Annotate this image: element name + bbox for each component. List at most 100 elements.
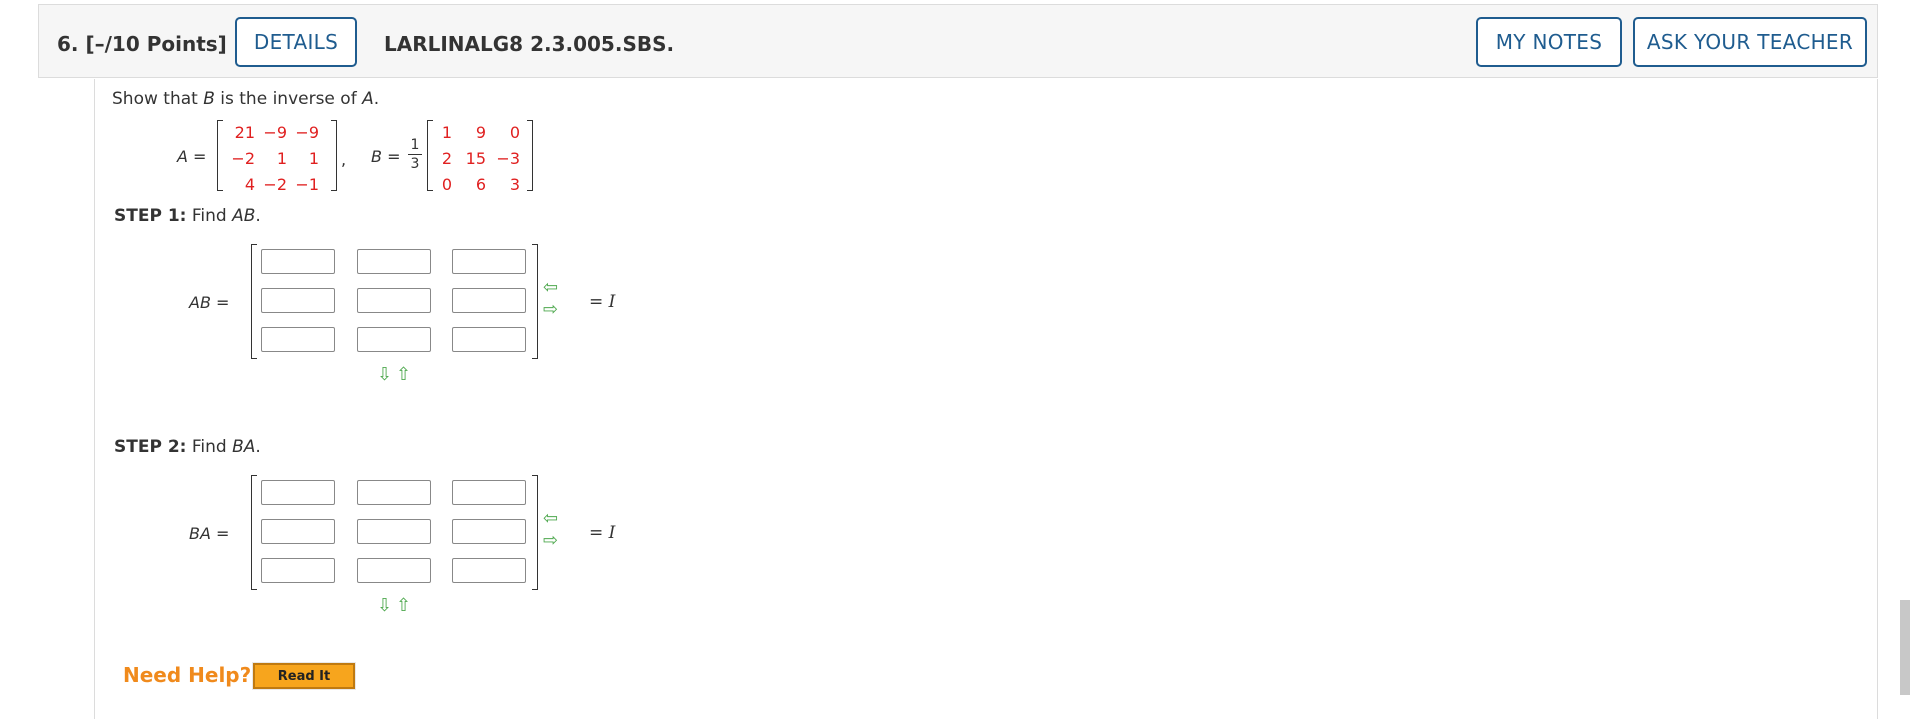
ba-label-text: BA = (189, 524, 230, 543)
ab-entry-input[interactable] (357, 249, 431, 274)
arrow-down-icon[interactable]: ⇩ (377, 366, 392, 384)
matrix-b-entry: −3 (496, 149, 520, 168)
my-notes-button[interactable]: MY NOTES (1476, 17, 1622, 67)
ba-entry-input[interactable] (261, 480, 335, 505)
step-2-label: STEP 2: (114, 437, 187, 457)
ba-right-bracket (532, 475, 538, 590)
matrix-a-right-bracket (331, 120, 337, 191)
matrix-b-entry: 2 (441, 149, 452, 168)
matrix-a-entry: 1 (308, 149, 319, 168)
ab-entry-input[interactable] (452, 288, 526, 313)
ba-entry-input[interactable] (357, 480, 431, 505)
read-it-button[interactable]: Read It (252, 662, 356, 690)
ab-entry-input[interactable] (452, 327, 526, 352)
fraction-one-third: 1 3 (408, 137, 422, 172)
matrix-b-equals: = (387, 147, 401, 166)
matrix-b-entry: 3 (509, 175, 520, 194)
ab-equals-sign: = (589, 292, 609, 312)
step-1-text: Find (191, 206, 233, 226)
ab-equals-identity: = I (589, 292, 615, 312)
ba-entry-input[interactable] (357, 519, 431, 544)
prompt-var-a: A (362, 89, 374, 109)
matrix-b-right-bracket (527, 120, 533, 191)
ba-equals-sign: = (589, 523, 609, 543)
matrix-b-name: B (371, 147, 382, 166)
matrix-a-entry: −2 (231, 149, 255, 168)
ba-matrix-label: BA = (189, 524, 229, 543)
prompt-text-mid: is the inverse of (214, 89, 363, 109)
step-1-label: STEP 1: (114, 206, 187, 226)
matrix-b: 1 9 0 2 15 −3 0 6 3 (433, 123, 520, 194)
matrix-b-entry: 9 (475, 123, 486, 142)
ab-entry-input[interactable] (357, 288, 431, 313)
matrix-a-label: A = (177, 147, 206, 166)
matrix-b-entry: 1 (441, 123, 452, 142)
ab-entry-input[interactable] (452, 249, 526, 274)
prompt-end: . (373, 89, 380, 109)
matrix-comma: , (341, 150, 347, 169)
ab-matrix-label: AB = (189, 293, 229, 312)
arrow-down-icon[interactable]: ⇩ (377, 597, 392, 615)
arrow-right-icon[interactable]: ⇨ (543, 532, 558, 550)
ba-entry-input[interactable] (357, 558, 431, 583)
matrix-a-name: A (177, 147, 188, 166)
details-button[interactable]: DETAILS (235, 17, 357, 67)
arrow-up-icon[interactable]: ⇧ (396, 597, 411, 615)
matrix-a-equals: = (193, 147, 207, 166)
ba-entry-input[interactable] (452, 558, 526, 583)
fraction-numerator: 1 (410, 137, 420, 153)
ab-entry-input[interactable] (261, 249, 335, 274)
matrix-a-entry: −1 (295, 175, 319, 194)
question-number: 6. (57, 32, 79, 56)
ab-entry-input[interactable] (261, 327, 335, 352)
scrollbar-thumb[interactable] (1900, 600, 1910, 695)
arrow-left-icon[interactable]: ⇦ (543, 510, 558, 528)
step-2-var: BA (232, 437, 256, 457)
step-2-text: Find (191, 437, 233, 457)
need-help-label: Need Help? (123, 663, 252, 687)
arrow-right-icon[interactable]: ⇨ (543, 301, 558, 319)
matrix-a-entry: −9 (295, 123, 319, 142)
prompt-var-b: B (203, 89, 215, 109)
matrix-a-entry: 21 (234, 123, 255, 142)
step-1-var: AB (232, 206, 256, 226)
problem-prompt: Show that B is the inverse of A. (112, 89, 379, 109)
matrix-a-left-bracket (217, 120, 223, 191)
matrix-a-entry: 1 (276, 149, 287, 168)
ba-entry-input[interactable] (261, 558, 335, 583)
question-header: 6. [–/10 Points] DETAILS LARLINALG8 2.3.… (38, 4, 1878, 78)
fraction-bar (408, 154, 422, 155)
ba-equals-identity: = I (589, 523, 615, 543)
ab-entry-input[interactable] (357, 327, 431, 352)
question-code: LARLINALG8 2.3.005.SBS. (384, 32, 675, 56)
matrix-b-entry: 0 (509, 123, 520, 142)
ab-entry-input[interactable] (261, 288, 335, 313)
ab-right-bracket (532, 244, 538, 359)
question-points: [–/10 Points] (85, 32, 227, 56)
ba-left-bracket (251, 475, 257, 590)
matrix-b-entry: 15 (465, 149, 486, 168)
matrix-a-entry: −9 (263, 123, 287, 142)
step-1-heading: STEP 1: Find AB. (114, 206, 261, 226)
matrix-a: 21 −9 −9 −2 1 1 4 −2 −1 (226, 123, 319, 194)
question-number-points: 6. [–/10 Points] (57, 32, 227, 56)
fraction-denominator: 3 (410, 156, 420, 172)
step-1-end: . (255, 206, 261, 226)
ba-identity: I (608, 523, 616, 543)
step-2-heading: STEP 2: Find BA. (114, 437, 261, 457)
arrow-left-icon[interactable]: ⇦ (543, 279, 558, 297)
step-2-end: . (255, 437, 261, 457)
prompt-text: Show that (112, 89, 204, 109)
ba-entry-input[interactable] (452, 519, 526, 544)
arrow-up-icon[interactable]: ⇧ (396, 366, 411, 384)
ab-identity: I (608, 292, 616, 312)
matrix-b-entry: 0 (441, 175, 452, 194)
matrix-b-entry: 6 (475, 175, 486, 194)
ab-left-bracket (251, 244, 257, 359)
ba-entry-input[interactable] (261, 519, 335, 544)
ask-teacher-button[interactable]: ASK YOUR TEACHER (1633, 17, 1867, 67)
matrix-b-label: B = (371, 147, 400, 166)
ab-label-text: AB = (189, 293, 230, 312)
ba-entry-input[interactable] (452, 480, 526, 505)
matrix-a-entry: 4 (244, 175, 255, 194)
